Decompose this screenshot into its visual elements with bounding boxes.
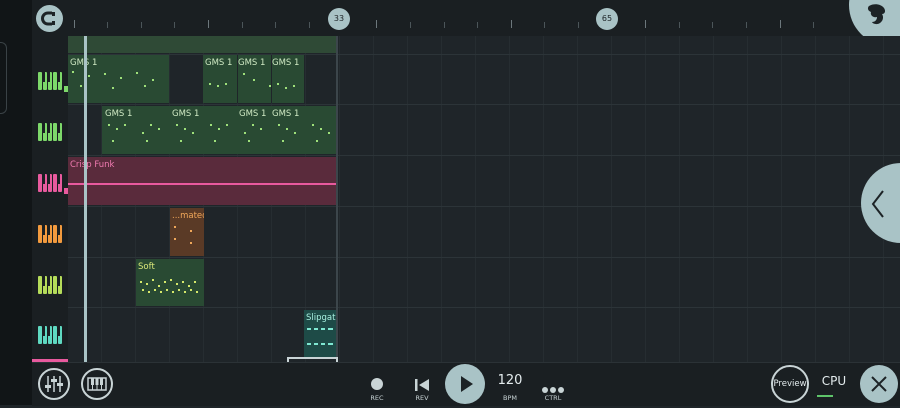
ruler-tick	[309, 22, 310, 28]
close-button[interactable]	[860, 365, 898, 403]
play-button[interactable]	[445, 364, 485, 404]
ruler-tick	[275, 22, 276, 28]
playhead[interactable]	[84, 36, 87, 362]
preview-button[interactable]: Preview	[771, 365, 809, 403]
ruler-tick	[242, 22, 243, 28]
mixer-sliders-icon	[45, 376, 63, 392]
cpu-label[interactable]: CPU	[818, 374, 850, 388]
magnet-snap-icon[interactable]	[36, 5, 63, 32]
rev-label: REV	[415, 394, 429, 402]
ruler-tick	[544, 22, 545, 28]
track-instrument-column	[32, 36, 68, 362]
ruler-tick	[679, 22, 680, 28]
piano-keys-icon	[87, 377, 107, 391]
mixer-button[interactable]	[38, 368, 70, 400]
ruler-tick	[444, 22, 445, 28]
ruler-tick	[746, 22, 747, 28]
bar-marker-65[interactable]: 65	[596, 8, 618, 30]
transport-bar: REC REV 120 BPM CTRL Preview CPU	[32, 362, 900, 406]
ruler-tick	[410, 22, 411, 28]
play-icon	[461, 376, 473, 392]
ctrl-button[interactable]	[541, 379, 565, 393]
rec-label: REC	[370, 394, 384, 402]
bar-marker-33[interactable]: 33	[328, 8, 350, 30]
ruler-tick	[477, 22, 478, 28]
ruler-tick	[107, 22, 108, 28]
playlist-grid[interactable]: GMS 1 GMS 1 GMS 1 GMS 1 GMS 1 GMS 1 GMS …	[68, 36, 900, 362]
ruler-tick	[74, 20, 75, 28]
rewind-icon	[415, 379, 429, 391]
left-edge-panel	[0, 0, 32, 405]
edge-handle[interactable]	[0, 42, 7, 114]
close-icon	[871, 376, 887, 392]
ruler-tick	[712, 22, 713, 28]
ruler-tick	[141, 22, 142, 28]
song-end-marker	[68, 36, 338, 362]
instrument-keys-icon-2[interactable]	[38, 123, 64, 143]
ruler-tick	[511, 20, 512, 28]
instrument-keys-icon-1[interactable]	[38, 72, 68, 92]
bpm-label: BPM	[503, 394, 517, 402]
ruler-tick	[780, 20, 781, 28]
instrument-keys-icon-4[interactable]	[38, 225, 64, 245]
bpm-value[interactable]: 120	[490, 373, 530, 388]
timeline-ruler[interactable]: 33 65	[32, 0, 900, 37]
rewind-button[interactable]	[414, 377, 430, 391]
instrument-keys-icon-5[interactable]	[38, 276, 64, 296]
piano-roll-button[interactable]	[81, 368, 113, 400]
ruler-tick	[578, 22, 579, 28]
ruler-tick	[813, 22, 814, 28]
ctrl-label: CTRL	[544, 394, 562, 402]
instrument-keys-icon-6[interactable]	[38, 326, 64, 346]
instrument-keys-icon-3[interactable]	[38, 174, 68, 194]
record-button[interactable]	[371, 378, 383, 390]
more-dots-icon	[542, 387, 564, 393]
ruler-tick	[208, 20, 209, 28]
ruler-tick	[174, 22, 175, 28]
ruler-tick	[645, 20, 646, 28]
cpu-meter	[817, 395, 833, 397]
ruler-tick	[376, 20, 377, 28]
